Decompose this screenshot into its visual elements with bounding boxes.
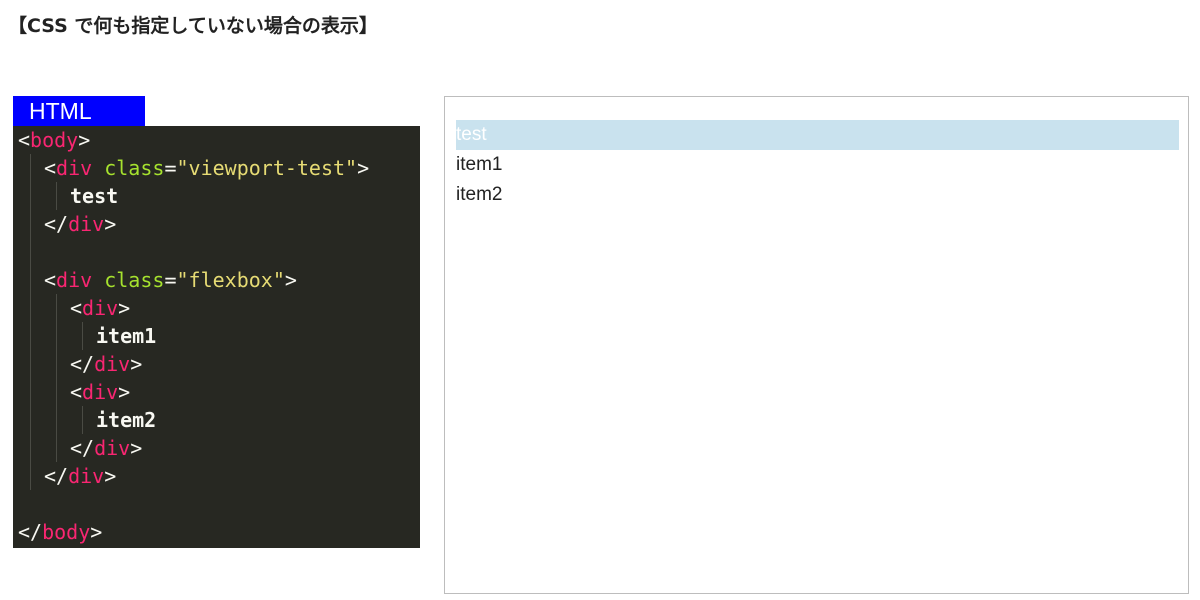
code-punct: = [164,156,177,180]
code-text: item2 [96,408,157,432]
code-punct: > [284,268,297,292]
code-tag-name: div [94,436,131,460]
flexbox-item-2: item2 [456,184,503,205]
code-punct: > [104,212,117,236]
code-line: </div> [44,210,116,238]
code-text: test [70,184,119,208]
code-punct: </ [70,352,95,376]
code-punct: </ [18,520,43,544]
code-punct: </ [44,212,69,236]
code-attr-name: class [104,156,165,180]
code-punct: </ [44,464,69,488]
code-punct: > [78,128,91,152]
code-punct: < [70,380,83,404]
code-line: <body> [18,126,90,154]
code-punct: > [130,436,143,460]
code-line: <div class="viewport-test"> [44,154,369,182]
code-attr-value: "viewport-test" [176,156,358,180]
code-tag-name: div [82,296,119,320]
code-line: </div> [70,434,142,462]
html-code-panel: <body> <div class="viewport-test"> test … [13,126,420,548]
code-line: <div class="flexbox"> [44,266,297,294]
code-punct: > [104,464,117,488]
code-punct: < [44,268,57,292]
code-line: <div> [70,294,130,322]
html-tab-label: HTML [13,96,145,126]
code-punct: > [130,352,143,376]
code-line: test [70,182,118,210]
code-text: item1 [96,324,157,348]
code-attr-name: class [104,268,165,292]
code-tag-name: div [82,380,119,404]
code-tag-name: div [68,212,105,236]
code-punct: > [357,156,370,180]
code-punct: < [18,128,31,152]
code-punct: </ [70,436,95,460]
code-punct: = [164,268,177,292]
code-line: </body> [18,518,102,546]
code-line: item1 [96,322,156,350]
indent-guide [82,406,83,434]
indent-guide [30,154,31,490]
preview-frame: test item1 item2 [444,96,1189,594]
code-punct: > [118,380,131,404]
code-tag-name: div [56,268,93,292]
code-punct: < [44,156,57,180]
code-line: item2 [96,406,156,434]
indent-guide [56,182,57,210]
code-attr-value: "flexbox" [176,268,285,292]
page-heading: 【CSS で何も指定していない場合の表示】 [8,15,378,37]
code-line: </div> [70,350,142,378]
indent-guide [56,294,57,462]
code-punct: < [70,296,83,320]
code-line: <div> [70,378,130,406]
code-tag-name: div [68,464,105,488]
indent-guide [82,322,83,350]
code-tag-name: body [30,128,79,152]
code-line: </div> [44,462,116,490]
code-tag-name: div [56,156,93,180]
code-punct: > [118,296,131,320]
code-punct: > [90,520,103,544]
code-tag-name: div [94,352,131,376]
viewport-test-box: test [456,120,1179,150]
code-tag-name: body [42,520,91,544]
flexbox-item-1: item1 [456,154,503,175]
